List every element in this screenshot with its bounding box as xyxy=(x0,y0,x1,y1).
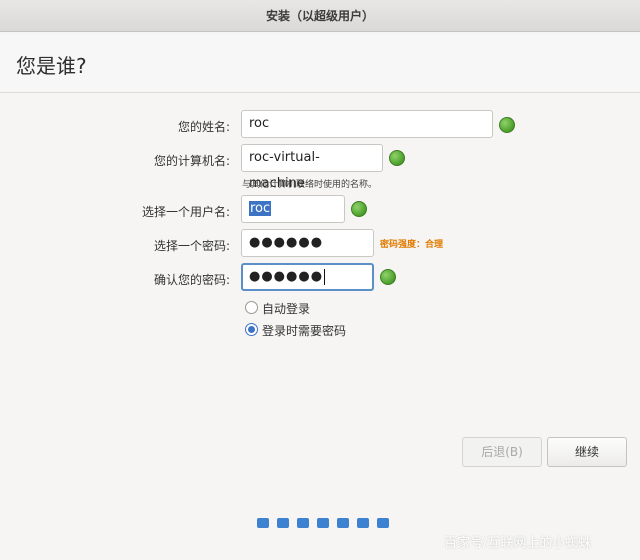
window-titlebar: 安装（以超级用户） xyxy=(0,0,640,32)
progress-step-dot xyxy=(257,518,269,528)
watermark-text: 百家号/互联网上的小蜘蛛 xyxy=(444,536,592,551)
require-password-option[interactable]: 登录时需要密码 xyxy=(245,322,365,340)
text-caret xyxy=(324,268,326,285)
require-password-radio[interactable] xyxy=(245,323,258,336)
password-label: 选择一个密码: xyxy=(153,239,230,253)
auto-login-option[interactable]: 自动登录 xyxy=(245,300,365,318)
require-password-label: 登录时需要密码 xyxy=(262,324,347,338)
name-label: 您的姓名: xyxy=(177,120,230,134)
computer-name-ok-icon xyxy=(389,150,405,166)
progress-step-dot xyxy=(357,518,369,528)
progress-step-dot xyxy=(337,518,349,528)
username-label: 选择一个用户名: xyxy=(141,205,230,219)
confirm-password-value: ●●●●●● xyxy=(249,269,324,284)
confirm-password-label: 确认您的密码: xyxy=(153,273,230,287)
auto-login-label: 自动登录 xyxy=(262,302,311,316)
computer-name-field[interactable]: roc-virtual-machine xyxy=(241,144,383,191)
progress-step-dot xyxy=(277,518,289,528)
continue-button[interactable]: 继续 xyxy=(547,437,627,467)
page-title: 您是谁? xyxy=(16,54,87,78)
password-field[interactable]: ●●●●●● xyxy=(241,229,374,257)
progress-step-dot xyxy=(297,518,309,528)
name-field[interactable]: roc xyxy=(241,110,493,138)
username-ok-icon xyxy=(351,201,367,217)
back-button[interactable]: 后退(B) xyxy=(462,437,542,467)
computer-name-hint: 与其他计算机联络时使用的名称。 xyxy=(242,180,378,190)
computer-name-label: 您的计算机名: xyxy=(153,154,230,168)
page-header xyxy=(0,33,640,93)
progress-step-dot xyxy=(377,518,389,528)
username-field[interactable]: roc xyxy=(241,195,345,223)
window-title: 安装（以超级用户） xyxy=(265,9,374,23)
confirm-password-ok-icon xyxy=(380,269,396,285)
confirm-password-field[interactable]: ●●●●●● xyxy=(241,263,374,291)
progress-step-dot xyxy=(317,518,329,528)
auto-login-radio[interactable] xyxy=(245,301,258,314)
password-strength-text: 密码强度：合理 xyxy=(380,240,444,250)
username-selected-text: roc xyxy=(249,201,272,216)
name-ok-icon xyxy=(499,117,515,133)
